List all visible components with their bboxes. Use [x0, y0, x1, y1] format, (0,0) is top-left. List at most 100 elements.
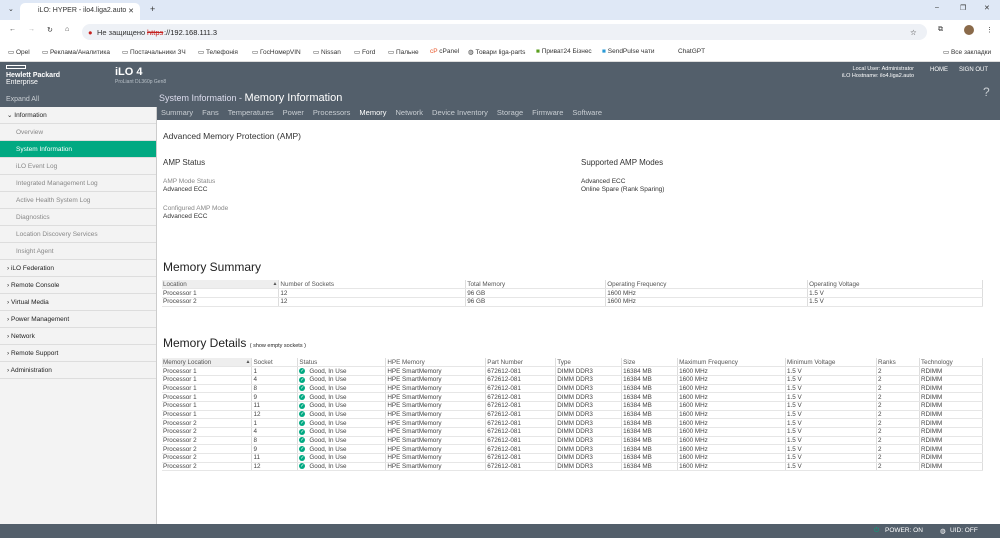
sidebar-item[interactable]: › Network [0, 328, 156, 345]
tab-storage[interactable]: Storage [497, 108, 523, 117]
sign-out-link[interactable]: SIGN OUT [959, 67, 988, 73]
bookmark[interactable]: ▭ Opel [8, 48, 30, 56]
tab-summary[interactable]: Summary [161, 108, 193, 117]
memory-summary-title: Memory Summary [163, 260, 262, 274]
browser-tab[interactable]: iLO: HYPER - ilo4.liga2.auto ✕ [20, 3, 140, 20]
column-header[interactable]: Size [621, 358, 679, 368]
bookmark[interactable]: ChatGPT [678, 48, 705, 55]
extensions-icon[interactable]: ⧉ [938, 26, 943, 34]
power-status[interactable]: POWER: ON [885, 527, 923, 534]
sidebar-item-label: Administration [10, 367, 52, 374]
table-row: Processor 1 12 96 GB 1600 MHz 1.5 V [162, 288, 983, 298]
new-tab-icon[interactable]: + [150, 4, 155, 14]
breadcrumb[interactable]: System Information - [159, 93, 245, 103]
home-link[interactable]: HOME [930, 67, 948, 73]
sidebar-item[interactable]: › Remote Console [0, 277, 156, 294]
security-label[interactable]: Не защищено [97, 28, 145, 37]
sidebar-item[interactable]: Location Discovery Services [0, 226, 156, 243]
bookmark[interactable]: ■ Приват24 Бізнес [536, 48, 592, 55]
column-header[interactable]: Type [555, 358, 623, 368]
table-cell: ✓ Good, In Use [297, 444, 387, 455]
tab-power[interactable]: Power [283, 108, 304, 117]
table-cell: 12 [278, 288, 467, 298]
column-header[interactable]: Ranks [876, 358, 920, 368]
table-cell: 2 [876, 418, 920, 428]
bookmark[interactable]: ◍ Товари liga-parts [468, 48, 525, 56]
all-bookmarks[interactable]: ▭ Все закладки [943, 48, 991, 56]
bookmark[interactable]: ▭ Пальне [388, 48, 419, 56]
table-cell: 1.5 V [785, 436, 877, 446]
not-secure-icon: ● [88, 28, 93, 37]
sidebar-item[interactable]: Insight Agent [0, 243, 156, 260]
column-header[interactable]: Total Memory [465, 280, 607, 290]
table-cell: Processor 2 [162, 436, 253, 446]
column-header[interactable]: Number of Sockets [278, 280, 467, 290]
bookmark[interactable]: ▭ Реклама/Аналитика [42, 48, 110, 56]
tab-list-icon[interactable]: ⌄ [8, 5, 14, 13]
sidebar-item[interactable]: Active Health System Log [0, 192, 156, 209]
tab-software[interactable]: Software [572, 108, 602, 117]
close-window-icon[interactable]: ✕ [984, 4, 990, 12]
sort-asc-icon[interactable]: ▲ [272, 281, 277, 287]
table-header-row: Memory Location ▲ Socket Status HPE Memory Pa… [162, 358, 984, 368]
tab-device-inventory[interactable]: Device Inventory [432, 108, 488, 117]
tab-network[interactable]: Network [396, 108, 424, 117]
uid-status[interactable]: UID: OFF [950, 527, 978, 534]
sidebar-item[interactable]: Overview [0, 124, 156, 141]
column-header[interactable]: Part Number [485, 358, 557, 368]
table-cell: ✓ Good, In Use [297, 427, 387, 437]
tab-temperatures[interactable]: Temperatures [228, 108, 274, 117]
tab-processors[interactable]: Processors [313, 108, 351, 117]
bookmark[interactable]: ■ SendPulse чати [602, 48, 654, 55]
bookmark[interactable]: ▭ ГосНомерVIN [252, 48, 301, 56]
close-tab-icon[interactable]: ✕ [128, 7, 134, 15]
back-icon[interactable]: ← [9, 26, 16, 33]
sidebar-item[interactable]: Diagnostics [0, 209, 156, 226]
tab-memory[interactable]: Memory [359, 108, 386, 117]
tab-firmware[interactable]: Firmware [532, 108, 563, 117]
tab-fans[interactable]: Fans [202, 108, 219, 117]
reload-icon[interactable]: ↻ [47, 26, 53, 34]
home-icon[interactable]: ⌂ [65, 26, 69, 33]
bookmark-star-icon[interactable]: ☆ [910, 28, 917, 37]
column-header[interactable]: Status [297, 358, 387, 368]
profile-avatar[interactable] [964, 25, 974, 35]
maximize-icon[interactable]: ❐ [960, 4, 966, 12]
check-circle-icon: ✓ [299, 446, 306, 453]
table-cell: HPE SmartMemory [385, 366, 487, 376]
expand-all-link[interactable]: Expand All [6, 96, 39, 103]
sidebar-item[interactable]: iLO Event Log [0, 158, 156, 175]
sidebar-item[interactable]: › iLO Federation [0, 260, 156, 277]
sidebar-item[interactable]: › Remote Support [0, 345, 156, 362]
column-header[interactable]: Minimum Voltage [785, 358, 877, 368]
column-header[interactable]: Operating Frequency [605, 280, 809, 290]
amp-mode-status-value: Advanced ECC [163, 186, 208, 193]
sidebar-item[interactable]: ⌄ Information [0, 107, 156, 124]
sidebar-item[interactable]: System Information [0, 141, 156, 158]
bookmark[interactable]: ▭ Постачальники ЗЧ [122, 48, 186, 56]
sidebar-item[interactable]: Integrated Management Log [0, 175, 156, 192]
forward-icon[interactable]: → [28, 26, 35, 33]
help-icon[interactable]: ? [983, 85, 990, 99]
column-header[interactable]: Location ▲ [162, 280, 280, 290]
sidebar-item[interactable]: › Administration [0, 362, 156, 379]
bookmark[interactable]: ▭ Ford [354, 48, 375, 56]
bookmark[interactable]: cP cPanel [430, 48, 459, 55]
check-circle-icon: ✓ [299, 402, 306, 409]
show-empty-sockets-link[interactable]: ( show empty sockets ) [250, 343, 306, 349]
bookmark[interactable]: ▭ Телефонія [198, 48, 238, 56]
menu-icon[interactable]: ⋮ [986, 26, 993, 34]
sidebar-item-label: iLO Federation [10, 265, 54, 272]
column-header[interactable]: Technology [919, 358, 984, 368]
bookmark[interactable]: ▭ Nissan [313, 48, 341, 56]
sort-asc-icon[interactable]: ▲ [245, 359, 250, 365]
column-header[interactable]: Maximum Frequency [677, 358, 787, 368]
column-header[interactable]: Memory Location ▲ [162, 358, 253, 368]
sidebar-item[interactable]: › Power Management [0, 311, 156, 328]
column-header[interactable]: Operating Voltage [807, 280, 983, 290]
minimize-icon[interactable]: – [935, 4, 939, 11]
column-header[interactable]: HPE Memory [385, 358, 487, 368]
column-header[interactable]: Socket [251, 358, 299, 368]
brand-sub: Enterprise [6, 79, 38, 86]
sidebar-item[interactable]: › Virtual Media [0, 294, 156, 311]
